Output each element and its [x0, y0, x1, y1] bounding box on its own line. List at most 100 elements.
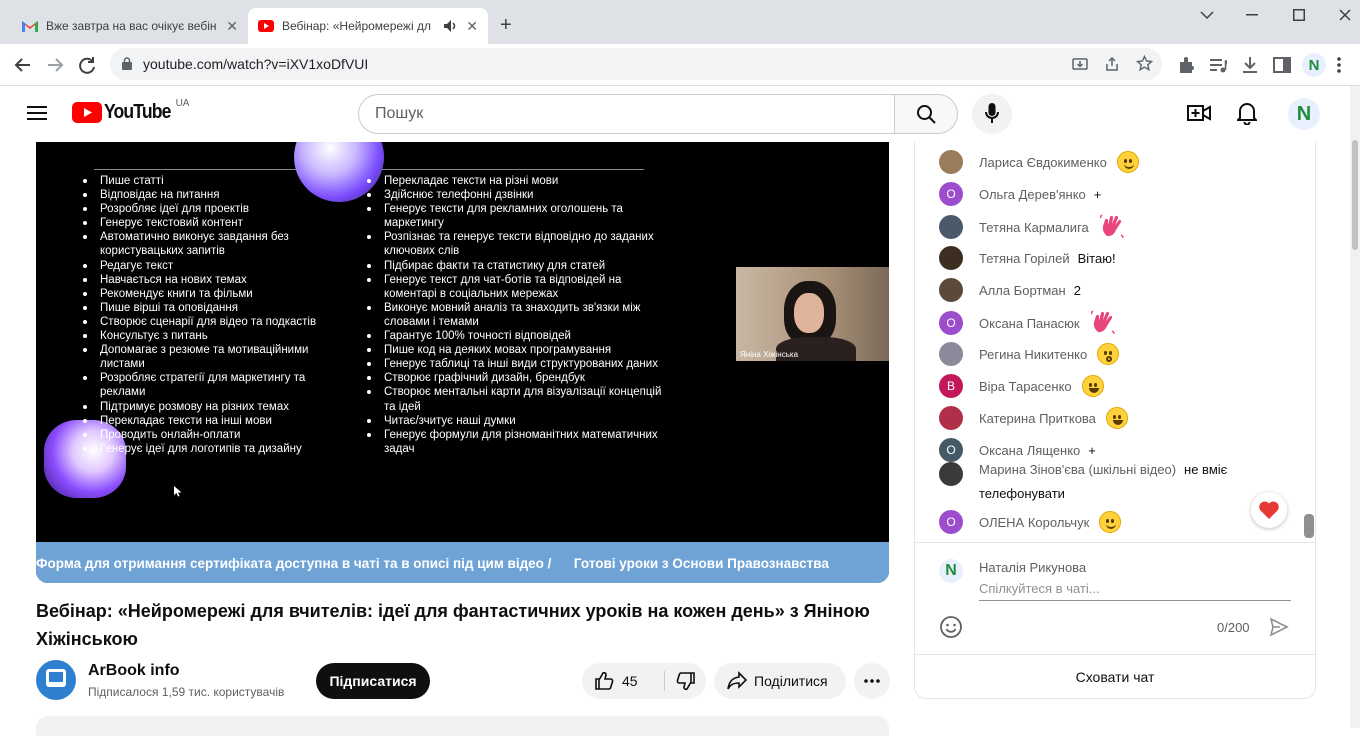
hamburger-menu-icon[interactable]	[27, 105, 47, 121]
tab-close-icon[interactable]: ✕	[226, 18, 238, 35]
chat-message[interactable]: Марина Зінов'єва (шкільні відео) не вміє	[939, 462, 1227, 486]
share-button[interactable]: Поділитися	[714, 663, 846, 699]
chat-author-name[interactable]: Регина Никитенко	[979, 347, 1087, 362]
speaker-icon[interactable]	[444, 20, 458, 32]
install-app-icon[interactable]	[1072, 56, 1088, 72]
tab-search-chevron-icon[interactable]	[1200, 10, 1214, 20]
maximize-icon[interactable]	[1293, 9, 1305, 21]
chat-author-name[interactable]: Катерина Приткова	[979, 411, 1096, 426]
slide-bullet-item: Перекладає тексти на різні мови	[364, 174, 664, 188]
search-input[interactable]: Пошук	[358, 94, 895, 134]
chat-author-name[interactable]: Алла Бортман	[979, 283, 1066, 298]
channel-name[interactable]: ArBook info	[88, 662, 180, 680]
browser-menu-icon[interactable]	[1336, 54, 1342, 76]
chat-message[interactable]: О Оксана Лященко +	[939, 438, 1096, 462]
close-window-icon[interactable]	[1339, 9, 1351, 21]
chat-message-continuation: телефонувати	[979, 486, 1065, 501]
tab-youtube[interactable]: Вебінар: «Нейромережі дл ✕	[248, 8, 488, 44]
forward-arrow-icon[interactable]	[44, 54, 66, 76]
tab-close-icon[interactable]: ✕	[466, 18, 478, 35]
account-avatar[interactable]: N	[1288, 98, 1320, 130]
chat-message[interactable]: О Оксана Панасюк	[939, 310, 1116, 336]
chat-author-avatar[interactable]	[939, 342, 963, 366]
search-button[interactable]	[894, 94, 958, 134]
like-button[interactable]: 45	[582, 663, 664, 699]
video-player[interactable]: Пише статті Відповідає на питання Розробля…	[36, 142, 889, 583]
chat-input-area: N Наталія Рикунова Спілкуйтеся в чаті...…	[915, 542, 1315, 654]
chat-author-name[interactable]: Тетяна Кармалига	[979, 220, 1089, 235]
send-icon[interactable]	[1269, 617, 1289, 637]
chat-author-name[interactable]: Оксана Лященко	[979, 443, 1080, 458]
waving-hand-emoji-icon	[1090, 310, 1115, 335]
slide-bullet-item: Створює сценарії для відео та подкастів	[80, 315, 330, 329]
chat-message[interactable]: Катерина Приткова	[939, 406, 1128, 430]
smiling-emoji-icon	[1116, 151, 1139, 173]
extensions-puzzle-icon[interactable]	[1176, 54, 1198, 76]
back-arrow-icon[interactable]	[12, 54, 34, 76]
chat-author-avatar[interactable]	[939, 406, 963, 430]
bookmark-star-icon[interactable]	[1136, 55, 1153, 72]
chat-author-name[interactable]: Тетяна Горілей	[979, 251, 1070, 266]
page-scrollbar-thumb[interactable]	[1352, 140, 1358, 250]
dislike-button[interactable]	[666, 663, 706, 699]
slide-bullet-item: Генерує ідеї для логотипів та дизайну	[80, 442, 330, 456]
slide-bullet-item: Пише статті	[80, 174, 330, 188]
chat-author-avatar[interactable]	[939, 246, 963, 270]
chat-message[interactable]: О ОЛЕНА Корольчук	[939, 510, 1122, 534]
chat-author-name[interactable]: Марина Зінов'єва (шкільні відео)	[979, 462, 1176, 477]
chat-author-name[interactable]: Ольга Дерев'янко	[979, 187, 1086, 202]
voice-search-button[interactable]	[972, 94, 1012, 134]
new-tab-icon[interactable]: +	[500, 14, 512, 37]
subscribe-button[interactable]: Підписатися	[316, 663, 430, 699]
chat-author-name[interactable]: Лариса Євдокименко	[979, 155, 1107, 170]
chat-author-avatar[interactable]	[939, 150, 963, 174]
channel-avatar[interactable]	[36, 660, 76, 700]
description-box[interactable]	[36, 716, 889, 736]
slide-bullet-item: Створює графічний дизайн, брендбук	[364, 371, 664, 385]
slide-bullet-item: Перекладає тексти на інші мови	[80, 414, 330, 428]
gmail-icon	[22, 21, 38, 32]
chat-author-avatar[interactable]	[939, 278, 963, 302]
chat-author-avatar[interactable]	[939, 462, 963, 486]
chat-message[interactable]: Лариса Євдокименко	[939, 150, 1139, 174]
chat-author-avatar[interactable]: О	[939, 438, 963, 462]
downloads-icon[interactable]	[1239, 54, 1261, 76]
lock-icon[interactable]	[122, 57, 132, 70]
like-dislike-group: 45	[582, 663, 706, 699]
browser-profile-avatar[interactable]: N	[1302, 53, 1326, 77]
chat-author-avatar[interactable]: О	[939, 182, 963, 206]
chat-message[interactable]: Тетяна Горілей Вітаю!	[939, 246, 1116, 270]
chat-author-name[interactable]: ОЛЕНА Корольчук	[979, 515, 1089, 530]
chat-message[interactable]: О Ольга Дерев'янко +	[939, 182, 1101, 206]
create-video-icon[interactable]	[1187, 103, 1211, 123]
side-panel-icon[interactable]	[1271, 54, 1293, 76]
url-text[interactable]: youtube.com/watch?v=iXV1xoDfVUI	[143, 56, 368, 72]
address-bar[interactable]: youtube.com/watch?v=iXV1xoDfVUI	[110, 48, 1162, 80]
chat-scrollbar-thumb[interactable]	[1304, 514, 1314, 538]
chat-message[interactable]: В Віра Тарасенко	[939, 374, 1104, 398]
chat-author-avatar[interactable]	[939, 215, 963, 239]
chat-author-name[interactable]: Віра Тарасенко	[979, 379, 1072, 394]
chat-author-avatar[interactable]: В	[939, 374, 963, 398]
chat-author-avatar[interactable]: О	[939, 510, 963, 534]
chat-author-avatar[interactable]: О	[939, 311, 963, 335]
chat-author-name[interactable]: Оксана Панасюк	[979, 316, 1080, 331]
reload-icon[interactable]	[76, 54, 98, 76]
chat-message-input[interactable]: Спілкуйтеся в чаті...	[979, 581, 1291, 601]
youtube-logo[interactable]: YouTube UA	[72, 98, 189, 124]
hide-chat-button[interactable]: Сховати чат	[915, 654, 1315, 698]
minimize-icon[interactable]	[1246, 14, 1258, 16]
share-page-icon[interactable]	[1104, 56, 1120, 72]
emoji-picker-icon[interactable]	[939, 615, 963, 639]
media-controls-icon[interactable]	[1207, 54, 1229, 76]
chat-message[interactable]: Регина Никитенко	[939, 342, 1120, 366]
slide-bullet-item: Виконує мовний аналіз та знаходить зв'яз…	[364, 301, 664, 329]
chat-message[interactable]: Алла Бортман 2	[939, 278, 1081, 302]
reaction-heart-button[interactable]	[1251, 492, 1287, 528]
chat-message[interactable]: Тетяна Кармалига	[939, 214, 1125, 240]
tab-gmail[interactable]: Вже завтра на вас очікує вебін ✕	[12, 8, 248, 44]
notifications-bell-icon[interactable]	[1237, 102, 1257, 125]
slide-bullet-item: Розробляє ідеї для проектів	[80, 202, 330, 216]
more-actions-button[interactable]	[854, 663, 890, 699]
slide-bullet-item: Пише вірші та оповідання	[80, 301, 330, 315]
